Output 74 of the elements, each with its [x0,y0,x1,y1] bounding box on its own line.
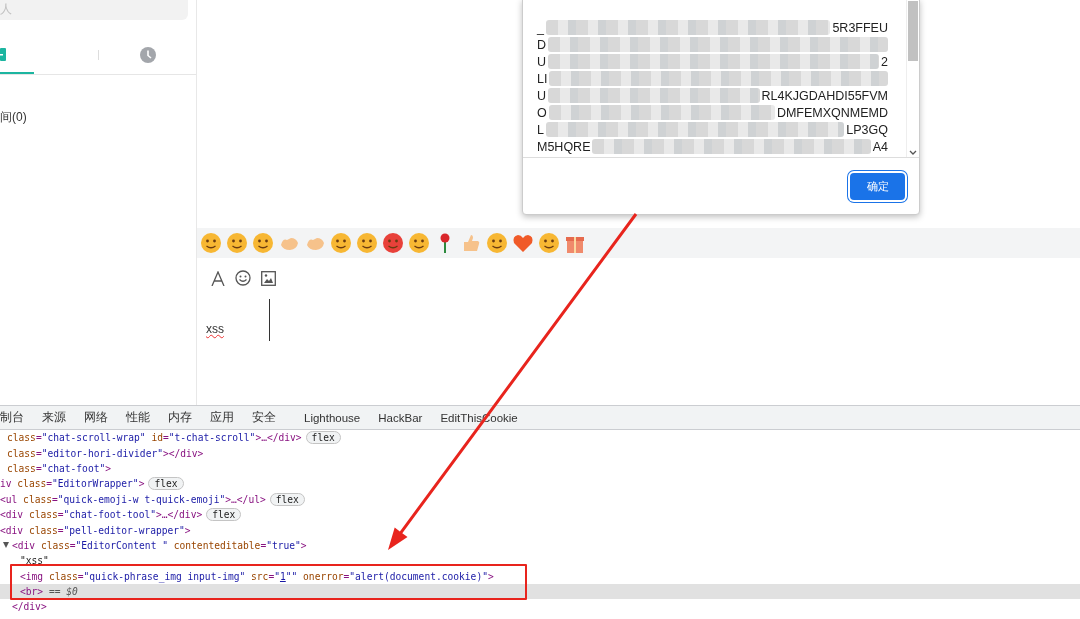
dom-row[interactable]: <ul class="quick-emoji-w t-quick-emoji">…</ul> flex [0,491,1080,507]
editor-area[interactable]: xss [197,294,1080,405]
flex-badge[interactable]: flex [305,431,341,445]
code-text: </div> [12,601,47,613]
code-text: class="editor-hori-divider"></div> [7,447,204,459]
face-emoji-icon[interactable] [486,232,508,254]
face-emoji-icon[interactable] [538,232,560,254]
src-link[interactable]: 1 [279,570,286,582]
image-icon[interactable] [261,270,276,286]
expand-triangle-icon[interactable] [3,541,9,548]
code-text: class="chat-foot"> [7,462,111,474]
devtools-tab[interactable]: 性能 [117,410,159,425]
flex-badge[interactable]: flex [206,508,242,522]
code-text: <br> == $0 [20,586,78,598]
ok-button[interactable]: 确定 [850,172,905,200]
dom-row[interactable]: "xss" [0,553,1080,569]
alert-text: U [537,88,547,103]
alert-text: _ [537,20,544,35]
face-emoji-icon[interactable] [356,232,378,254]
code-text: iv class="EditorWrapper"> [0,478,145,490]
dom-row[interactable]: class="chat-foot"> [0,460,1080,477]
dom-row[interactable]: <div class="EditorContent " contenteditable="true"> [0,537,1080,554]
heart-icon[interactable] [512,232,534,254]
devtools-tab[interactable]: 网络 [75,410,117,425]
alert-text: M5HQRE [537,139,591,154]
dom-row[interactable]: <br> == $0 [0,583,1080,600]
face-emoji-icon[interactable] [226,232,248,254]
face-emoji-icon[interactable] [330,232,352,254]
devtools-tab[interactable]: 制台 [0,410,33,425]
alert-text: DMFEMXQNMEMD [776,105,888,120]
code-text: class="chat-scroll-wrap" id="t-chat-scroll">…</div> [7,432,302,444]
alert-text: LI [537,71,548,86]
devtools-tab[interactable]: 应用 [201,410,243,425]
flex-badge[interactable]: flex [148,477,184,491]
flex-badge[interactable]: flex [269,492,305,506]
alert-text: 5R3FFEU [832,20,888,35]
alert-text: L [537,122,544,137]
code-text: <ul class="quick-emoji-w t-quick-emoji">…</ul> [0,493,266,505]
dom-row[interactable]: iv class="EditorWrapper"> flex [0,476,1080,492]
alert-text: U [537,54,547,69]
text-cursor [269,299,270,341]
editor-text: xss [206,322,224,336]
font-icon[interactable] [211,270,225,286]
scrollbar[interactable] [906,0,919,157]
dom-row[interactable]: <div class="chat-foot-tool">…</div> flex [0,506,1080,523]
sidebar-item[interactable]: 间(0) [0,109,196,126]
face-emoji-icon[interactable] [382,232,404,254]
dom-row[interactable]: class="editor-hori-divider"></div> [0,445,1080,461]
scroll-down-icon[interactable] [909,150,917,155]
devtools-tab[interactable]: 来源 [33,410,75,425]
code-text: <div class="chat-foot-tool">…</div> [0,509,203,521]
clock-icon [139,47,156,63]
face-emoji-icon[interactable] [200,232,222,254]
face-emoji-icon[interactable] [408,232,430,254]
dom-row[interactable]: </div> [0,599,1080,615]
dom-row[interactable]: class="chat-scroll-wrap" id="t-chat-scroll">…</div> flex [0,430,1080,446]
alert-text: A4 [872,139,888,154]
alert-text: LP3GQ [846,122,888,137]
code-text: <img class="quick-phrase_img input-img" src="1"" onerror="alert(document.cookie)"> [20,570,494,582]
alert-text: RL4KJGDAHDI55FVM [761,88,888,103]
code-text: <div class="pell-editor-wrapper"> [0,524,191,536]
alert-text: O [537,105,547,120]
dom-row[interactable]: <img class="quick-phrase_img input-img" src="1"" onerror="alert(document.cookie)"> [0,568,1080,584]
code-text: <div class="EditorContent " contenteditable="true"> [12,539,307,551]
smiley-icon[interactable] [235,270,251,286]
alert-text: D [537,37,547,52]
devtools-tab[interactable]: 安全 [243,410,285,425]
face-emoji-icon[interactable] [252,232,274,254]
alert-text: 2 [881,54,888,69]
devtools-tab[interactable]: HackBar [369,411,432,424]
code-text: "xss" [20,555,49,567]
dom-row[interactable]: <div class="pell-editor-wrapper"> [0,522,1080,538]
devtools-tab[interactable]: 内存 [159,410,201,425]
devtools-tab[interactable]: Lighthouse [295,411,370,424]
